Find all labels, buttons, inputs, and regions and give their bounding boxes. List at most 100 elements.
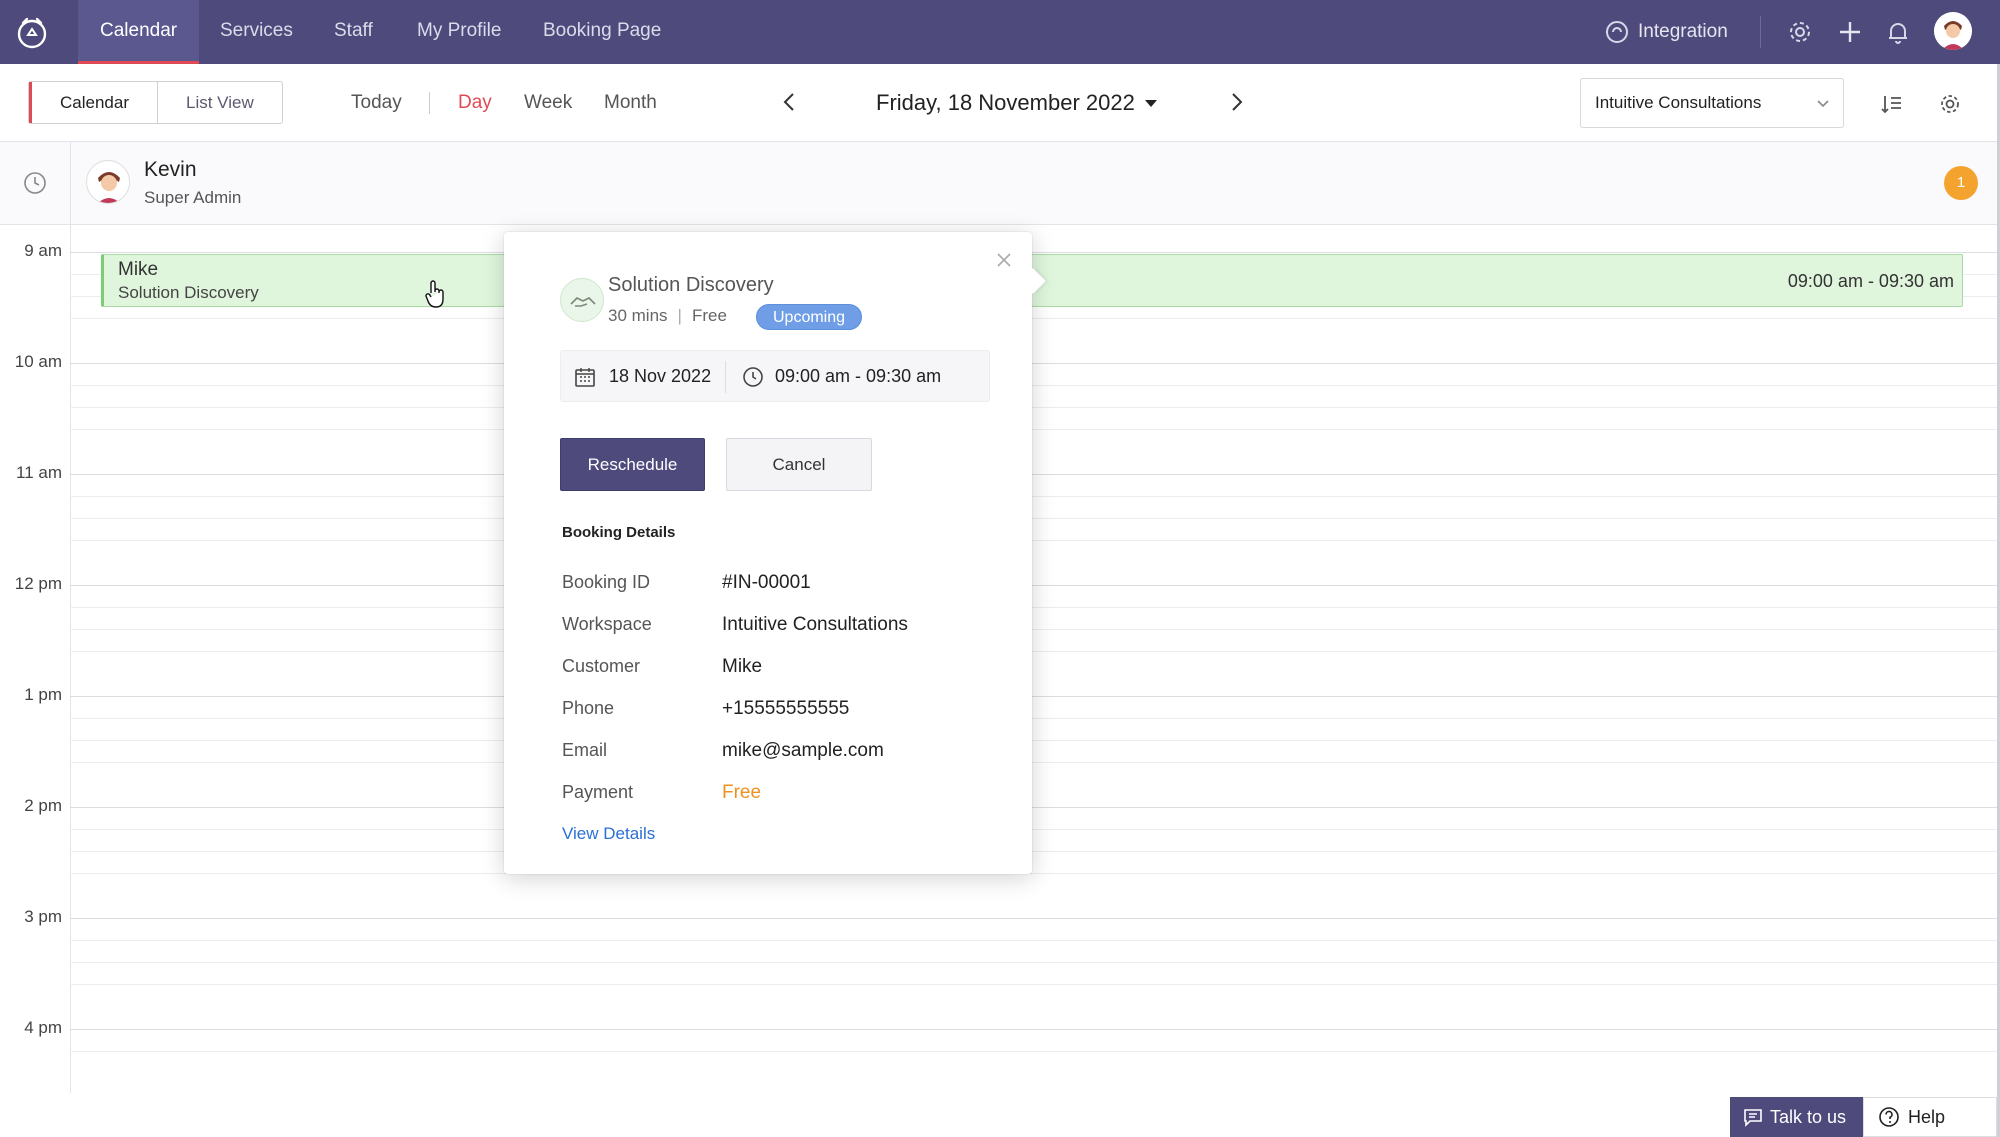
detail-value-workspace: Intuitive Consultations (722, 614, 908, 635)
tab-my-profile[interactable]: My Profile (417, 0, 501, 64)
time-label: 1 pm (24, 685, 62, 704)
help-question-icon (1879, 1107, 1899, 1127)
view-details-link[interactable]: View Details (562, 824, 655, 844)
slot-line (70, 318, 2000, 319)
user-avatar[interactable] (1934, 12, 1972, 50)
detail-label-workspace: Workspace (562, 614, 652, 634)
detail-value-booking-id: #IN-00001 (722, 572, 811, 593)
slot-line (70, 718, 2000, 719)
clock-icon (24, 172, 46, 194)
integration-icon (1606, 21, 1628, 43)
time-label: 2 pm (24, 796, 62, 815)
calendar-toolbar: Calendar List View Today Day Week Month … (0, 64, 2000, 142)
hour-line (70, 696, 2000, 697)
event-service-name: Solution Discovery (118, 283, 259, 302)
slot-line (70, 651, 2000, 652)
tab-services[interactable]: Services (220, 0, 293, 64)
service-meta: 30 mins | Free (608, 306, 727, 326)
integration-label: Integration (1638, 21, 1728, 42)
date-picker[interactable]: Friday, 18 November 2022 (876, 90, 1159, 116)
slot-line (70, 407, 2000, 408)
calendar-settings-gear-icon[interactable] (1938, 92, 1962, 116)
calendar-view-button[interactable]: Calendar (29, 82, 158, 123)
list-view-button[interactable]: List View (158, 82, 282, 123)
chat-icon (1744, 1109, 1762, 1127)
staff-avatar-icon (98, 172, 120, 203)
workspace-select-value: Intuitive Consultations (1595, 93, 1762, 112)
notification-bell-icon[interactable] (1884, 18, 1912, 46)
chevron-down-icon (1817, 100, 1829, 108)
hour-line (70, 918, 2000, 919)
reschedule-button[interactable]: Reschedule (560, 438, 705, 491)
meta-separator: | (677, 306, 682, 325)
integration-button[interactable]: Integration (1604, 0, 1728, 64)
booking-count-badge[interactable]: 1 (1944, 166, 1978, 200)
cancel-booking-button[interactable]: Cancel (726, 438, 872, 491)
today-button[interactable]: Today (351, 92, 402, 114)
detail-label-payment: Payment (562, 782, 634, 802)
hour-line (70, 1029, 2000, 1030)
help-label: Help (1908, 1107, 1946, 1127)
time-label: 3 pm (24, 907, 62, 926)
slot-line (70, 762, 2000, 763)
next-day-chevron-icon[interactable] (1224, 90, 1248, 114)
detail-label-customer: Customer (562, 656, 641, 676)
detail-value-payment: Free (722, 782, 762, 803)
time-label: 4 pm (24, 1018, 62, 1037)
close-icon[interactable] (994, 250, 1014, 270)
hand-pointer-cursor-icon (425, 280, 444, 308)
booking-details-heading: Booking Details (562, 524, 676, 541)
time-label: 10 am (14, 352, 62, 371)
hour-line (70, 252, 2000, 253)
detail-label-phone: Phone (562, 698, 615, 718)
slot-line (70, 629, 2000, 630)
day-view-button[interactable]: Day (458, 92, 492, 114)
sort-list-icon[interactable] (1880, 92, 1904, 116)
datetime-divider (725, 361, 726, 393)
handshake-icon (570, 297, 596, 307)
slot-line (70, 385, 2000, 386)
week-view-button[interactable]: Week (524, 92, 572, 114)
time-label: 12 pm (14, 574, 62, 593)
app-logo-icon[interactable] (14, 14, 50, 50)
caret-down-icon (1144, 100, 1157, 107)
view-toggle: Calendar List View (28, 81, 283, 124)
talk-to-us-button[interactable]: Talk to us (1730, 1097, 1863, 1137)
tab-staff[interactable]: Staff (334, 0, 373, 64)
slot-line (70, 940, 2000, 941)
talk-to-us-label: Talk to us (1770, 1107, 1847, 1127)
slot-line (70, 740, 2000, 741)
tab-booking-page[interactable]: Booking Page (543, 0, 661, 64)
event-customer-name: Mike (118, 259, 159, 280)
workspace-select[interactable]: Intuitive Consultations (1580, 78, 1844, 128)
slot-line (70, 873, 2000, 874)
service-price: Free (691, 306, 727, 325)
hour-line (70, 585, 2000, 586)
help-button[interactable]: Help (1863, 1097, 1997, 1137)
slot-line (70, 496, 2000, 497)
calendar-icon (575, 368, 595, 387)
add-plus-icon[interactable] (1836, 18, 1864, 46)
detail-value-customer: Mike (722, 656, 763, 677)
time-label: 11 am (16, 463, 62, 482)
time-column-divider (70, 142, 71, 225)
month-view-button[interactable]: Month (604, 92, 657, 114)
slot-line (70, 607, 2000, 608)
service-icon (560, 278, 604, 322)
slot-line (70, 1051, 2000, 1052)
staff-header-row: Kevin Super Admin (0, 142, 2000, 225)
detail-label-booking-id: Booking ID (562, 572, 651, 592)
booking-details-popover: Solution Discovery 30 mins | Free Upcomi… (504, 232, 1046, 874)
slot-line (70, 984, 2000, 985)
tab-calendar[interactable]: Calendar (78, 0, 200, 64)
nav-divider (1760, 16, 1761, 48)
service-duration: 30 mins (608, 306, 668, 325)
slot-line (70, 829, 2000, 830)
settings-gear-icon[interactable] (1786, 18, 1814, 46)
toolbar-divider (429, 92, 430, 114)
current-date-title: Friday, 18 November 2022 (876, 90, 1135, 115)
user-avatar-icon (1934, 12, 1972, 50)
previous-day-chevron-icon[interactable] (778, 90, 802, 114)
slot-line (70, 518, 2000, 519)
staff-role: Super Admin (144, 188, 242, 207)
